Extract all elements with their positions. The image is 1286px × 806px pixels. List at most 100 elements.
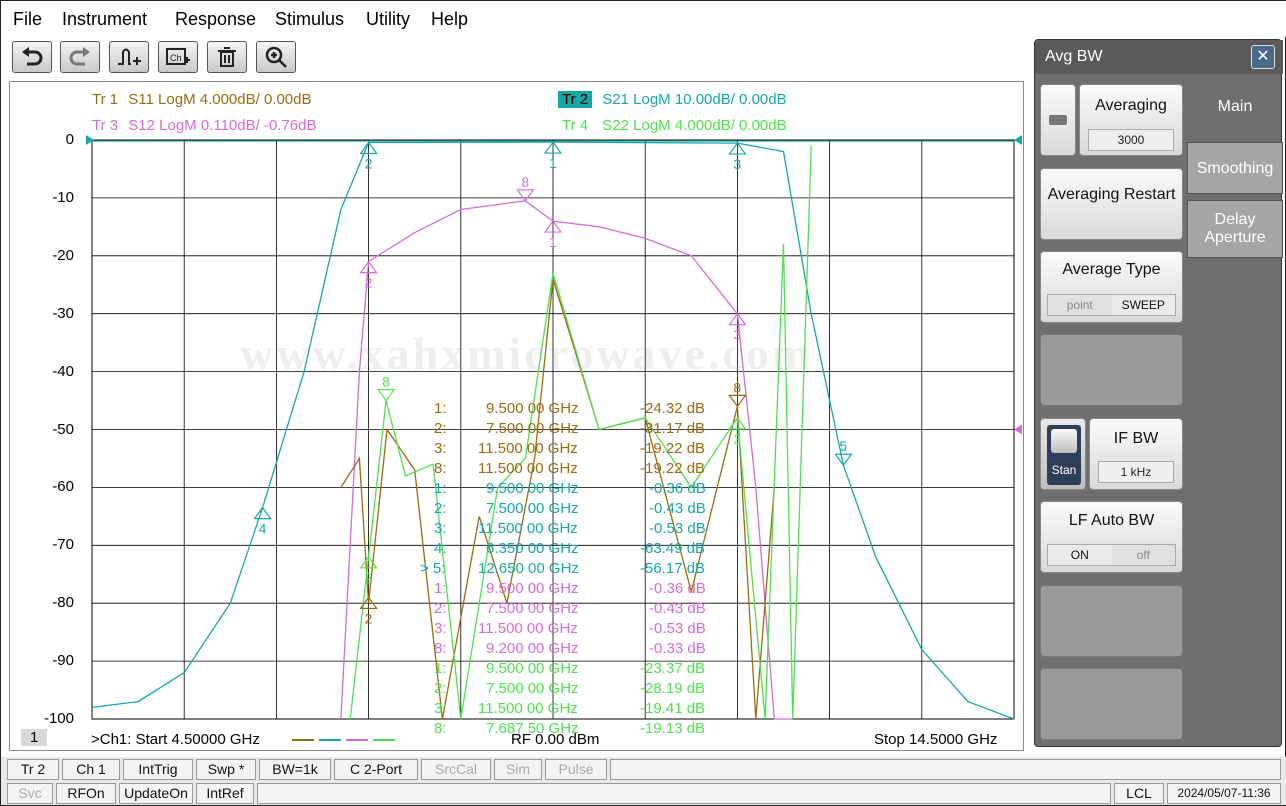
status-bandwidth[interactable]: BW=1k [259, 759, 331, 780]
menu-instrument[interactable]: Instrument [62, 9, 147, 30]
averaging-value[interactable]: 3000 [1088, 129, 1174, 151]
lf-auto-bw-toggle[interactable]: ON off [1047, 544, 1176, 566]
add-marker-button[interactable] [109, 41, 149, 73]
stan-label: Stan [1051, 463, 1077, 477]
marker-value: -0.43 dB [649, 500, 706, 517]
stop-frequency[interactable]: Stop 14.5000 GHz [874, 731, 997, 748]
vna-window: File Instrument Response Stimulus Utilit… [0, 0, 1286, 806]
tab-main[interactable]: Main [1187, 86, 1283, 136]
marker-number: 3: [434, 520, 447, 537]
status-int-ref[interactable]: IntRef [196, 783, 254, 804]
marker-value: -0.36 dB [649, 480, 706, 497]
trace-2-id: Tr 2 [558, 91, 593, 108]
channel-number[interactable]: 1 [21, 729, 48, 746]
status-pulse[interactable]: Pulse [545, 759, 607, 780]
marker-number: 2: [434, 500, 447, 517]
tab-delay-aperture[interactable]: Delay Aperture [1187, 200, 1283, 258]
status-channel[interactable]: Ch 1 [62, 759, 120, 780]
marker-value: -0.43 dB [649, 600, 706, 617]
averaging-restart-button[interactable]: Averaging Restart [1040, 168, 1183, 240]
averaging-toggle[interactable] [1040, 84, 1076, 156]
close-button[interactable]: ✕ [1251, 45, 1275, 69]
marker-frequency: 9.500 00 GHz [486, 580, 579, 597]
watermark-text: www.xahxmicrowave.com [240, 328, 814, 379]
status-bar-bottom: Svc RFOn UpdateOn IntRef LCL 2024/05/07-… [1, 781, 1286, 805]
marker-frequency: 11.500 00 GHz [478, 440, 578, 457]
lf-auto-bw-button[interactable]: LF Auto BW ON off [1040, 501, 1183, 573]
reference-level-arrow [1014, 135, 1022, 145]
empty-softkey [1040, 668, 1183, 740]
marker-frequency: 7.500 00 GHz [486, 600, 579, 617]
marker-frequency: 11.500 00 GHz [478, 700, 578, 717]
reference-level-arrow [1014, 424, 1022, 435]
trace-3-title[interactable]: Tr 3 S12 LogM 0.110dB/ -0.76dB [92, 117, 317, 134]
status-sweep[interactable]: Swp * [196, 759, 256, 780]
menu-stimulus[interactable]: Stimulus [275, 9, 344, 30]
rf-power[interactable]: RF 0.00 dBm [511, 731, 599, 748]
status-calibration[interactable]: C 2-Port [334, 759, 418, 780]
marker-value: -56.17 dB [640, 560, 706, 577]
averaging-label: Averaging [1095, 97, 1167, 114]
empty-softkey [1040, 334, 1183, 406]
marker-frequency: 9.200 00 GHz [486, 640, 579, 657]
marker-frequency: 9.500 00 GHz [486, 660, 579, 677]
menu-file[interactable]: File [13, 9, 42, 30]
menu-response[interactable]: Response [175, 9, 256, 30]
s12-marker-8-label: 8 [521, 174, 529, 190]
marker-number: 1: [434, 660, 447, 677]
lf-auto-on: ON [1048, 545, 1112, 565]
trace-4-title[interactable]: Tr 4 S22 LogM 4.000dB/ 0.00dB [558, 117, 787, 134]
undo-button[interactable] [12, 41, 52, 73]
marker-number: 1: [434, 480, 447, 497]
lf-auto-bw-label: LF Auto BW [1068, 512, 1155, 529]
stan-toggle[interactable]: Stan [1040, 418, 1086, 490]
redo-button[interactable] [60, 41, 100, 73]
avg-bw-panel: Avg BW ✕ Main Smoothing Delay Aperture A… [1034, 39, 1283, 747]
channel-preset-button[interactable]: Ch [158, 41, 198, 73]
marker-value: -63.49 dB [640, 540, 706, 557]
trace-1-title[interactable]: Tr 1 S11 LogM 4.000dB/ 0.00dB [92, 91, 312, 108]
zoom-button[interactable] [256, 41, 296, 73]
status-datetime: 2024/05/07-11:36 [1167, 783, 1281, 804]
tab-smoothing[interactable]: Smoothing [1187, 142, 1283, 194]
channel-preset-icon: Ch [166, 48, 190, 65]
status-trace[interactable]: Tr 2 [7, 759, 59, 780]
stan-knob [1051, 429, 1077, 453]
marker-frequency: 9.500 00 GHz [486, 480, 579, 497]
marker-value: -0.36 dB [649, 580, 706, 597]
trace-display[interactable]: 21345812383282 Tr 1 S11 LogM 4.000dB/ 0.… [9, 81, 1024, 751]
s21-marker-3-label: 3 [733, 156, 741, 172]
s21-marker-5-label: 5 [839, 438, 847, 454]
trace-2-title[interactable]: Tr 2 S21 LogM 10.00dB/ 0.00dB [558, 91, 787, 108]
delete-button[interactable] [207, 41, 247, 73]
status-trigger[interactable]: IntTrig [123, 759, 193, 780]
marker-frequency: 7.500 00 GHz [486, 680, 579, 697]
marker-number: 3: [434, 700, 447, 717]
status-svc[interactable]: Svc [7, 783, 53, 804]
average-type-button[interactable]: Average Type point SWEEP [1040, 251, 1183, 323]
start-frequency[interactable]: >Ch1: Start 4.50000 GHz [91, 731, 260, 748]
undo-icon [22, 47, 43, 66]
average-type-toggle[interactable]: point SWEEP [1047, 294, 1176, 316]
status-sim[interactable]: Sim [494, 759, 542, 780]
status-srccal[interactable]: SrcCal [421, 759, 491, 780]
trace-3-id: Tr 3 [92, 117, 119, 134]
status-lcl[interactable]: LCL [1114, 783, 1164, 804]
channel-status-line: 1 >Ch1: Start 4.50000 GHz RF 0.00 dBm St… [9, 729, 1024, 751]
marker-frequency: 7.500 00 GHz [486, 500, 579, 517]
marker-number: 2: [434, 600, 447, 617]
if-bw-button[interactable]: IF BW 1 kHz [1089, 418, 1183, 490]
if-bw-value[interactable]: 1 kHz [1098, 461, 1174, 483]
marker-value: -0.53 dB [649, 520, 706, 537]
s21-marker-2-label: 2 [365, 155, 373, 171]
s11-marker-8-label: 8 [733, 379, 741, 395]
menu-utility[interactable]: Utility [366, 9, 410, 30]
y-tick-label: -70 [52, 536, 74, 554]
status-info-area [257, 783, 1111, 804]
menu-help[interactable]: Help [431, 9, 468, 30]
averaging-button[interactable]: Averaging 3000 [1079, 84, 1183, 156]
trace-3-settings: S12 LogM 0.110dB/ -0.76dB [128, 117, 317, 134]
status-update-on[interactable]: UpdateOn [119, 783, 193, 804]
trace-4-settings: S22 LogM 4.000dB/ 0.00dB [602, 117, 787, 134]
status-rf-on[interactable]: RFOn [56, 783, 116, 804]
